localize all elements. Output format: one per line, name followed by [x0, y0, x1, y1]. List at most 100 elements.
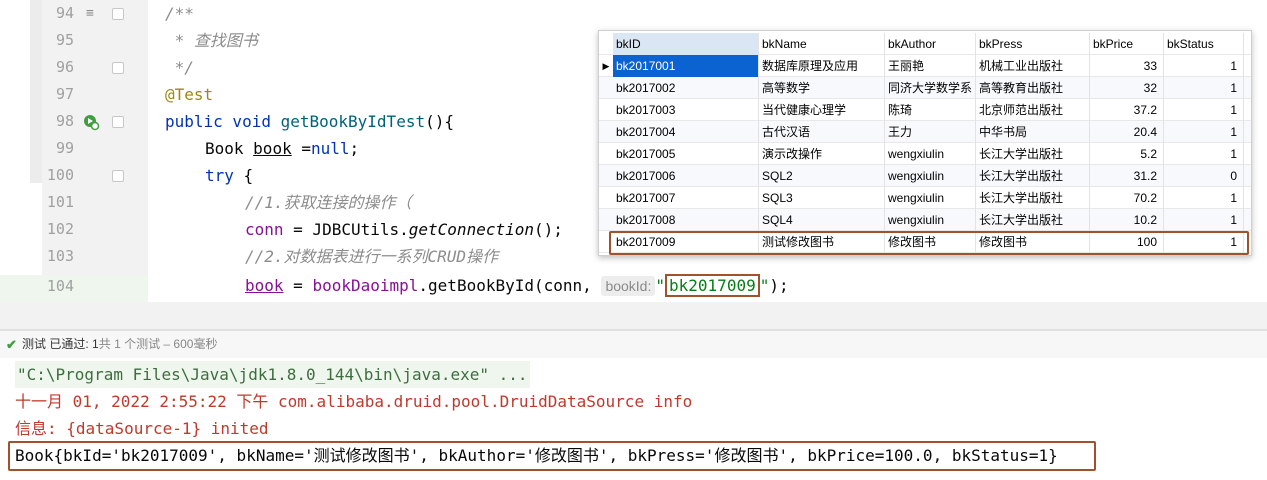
table-row[interactable]: bk2017002 高等数学 同济大学数学系 高等教育出版社 32 1 [599, 77, 1251, 99]
table-row[interactable]: bk2017006 SQL2 wengxiulin 长江大学出版社 31.2 0 [599, 165, 1251, 187]
table-row[interactable]: bk2017003 当代健康心理学 陈琦 北京师范出版社 37.2 1 [599, 99, 1251, 121]
table-cell[interactable]: 演示改操作 [759, 143, 885, 165]
table-cell[interactable]: bk2017009 [613, 231, 759, 253]
table-cell[interactable]: 长江大学出版社 [976, 165, 1090, 187]
table-cell[interactable]: 数据库原理及应用 [759, 55, 885, 77]
table-cell[interactable]: 20.4 [1090, 121, 1164, 143]
table-cell[interactable]: bk2017003 [613, 99, 759, 121]
code-text: //2.对数据表进行一系列CRUD操作 [245, 247, 499, 266]
table-cell[interactable]: bk2017001 [613, 55, 759, 77]
table-cell[interactable]: bk2017005 [613, 143, 759, 165]
code-text: //1.获取连接的操作（ [245, 193, 412, 212]
table-cell[interactable]: 31.2 [1090, 165, 1164, 187]
table-cell[interactable]: 1 [1164, 143, 1244, 165]
test-status-bar: ✔ 测试 已通过: 1共 1 个测试 – 600毫秒 [0, 331, 1267, 358]
table-cell[interactable]: 1 [1164, 77, 1244, 99]
table-cell[interactable]: 1 [1164, 231, 1244, 253]
table-cell[interactable]: 70.2 [1090, 187, 1164, 209]
param-hint: bookId: [601, 276, 656, 296]
table-cell[interactable]: 高等教育出版社 [976, 77, 1090, 99]
status-passed: 已通过: [49, 337, 89, 351]
column-header[interactable]: bkStatus [1164, 33, 1244, 55]
table-cell[interactable]: bk2017007 [613, 187, 759, 209]
line-number: 104 [46, 277, 74, 295]
status-count: 1 [92, 337, 99, 351]
table-row[interactable]: ▶ bk2017001 数据库原理及应用 王丽艳 机械工业出版社 33 1 [599, 55, 1251, 77]
line-number: 99 [55, 139, 74, 157]
table-cell[interactable]: bk2017002 [613, 77, 759, 99]
table-cell[interactable]: 长江大学出版社 [976, 187, 1090, 209]
column-header[interactable]: bkAuthor [885, 33, 976, 55]
table-cell[interactable]: 长江大学出版社 [976, 143, 1090, 165]
table-cell[interactable]: bk2017004 [613, 121, 759, 143]
table-cell[interactable]: 100 [1090, 231, 1164, 253]
line-number: 95 [55, 31, 74, 49]
table-cell[interactable]: 1 [1164, 55, 1244, 77]
table-cell[interactable]: 长江大学出版社 [976, 209, 1090, 231]
string-quote: " [759, 276, 770, 295]
table-cell[interactable]: 机械工业出版社 [976, 55, 1090, 77]
fold-icon[interactable] [112, 8, 124, 20]
status-text: 测试 已通过: 1共 1 个测试 – 600毫秒 [22, 331, 217, 358]
table-cell[interactable]: 0 [1164, 165, 1244, 187]
table-row[interactable]: bk2017007 SQL3 wengxiulin 长江大学出版社 70.2 1 [599, 187, 1251, 209]
run-test-icon[interactable] [82, 108, 100, 135]
table-row[interactable]: bk2017005 演示改操作 wengxiulin 长江大学出版社 5.2 1 [599, 143, 1251, 165]
table-cell[interactable]: SQL3 [759, 187, 885, 209]
table-cell[interactable]: 1 [1164, 209, 1244, 231]
table-cell[interactable]: 37.2 [1090, 99, 1164, 121]
column-header[interactable]: bkPress [976, 33, 1090, 55]
code-line-current[interactable]: 104 book = bookDaoimpl.getBookById(conn,… [0, 270, 1267, 297]
table-cell[interactable]: 古代汉语 [759, 121, 885, 143]
highlighted-string: bk2017009 [665, 274, 760, 297]
code-line[interactable]: 94 ≡ /** [0, 0, 1267, 27]
fold-icon[interactable] [112, 170, 124, 182]
table-cell[interactable]: wengxiulin [885, 143, 976, 165]
fold-icon[interactable] [112, 62, 124, 74]
table-cell[interactable]: 测试修改图书 [759, 231, 885, 253]
table-cell[interactable]: 陈琦 [885, 99, 976, 121]
table-cell[interactable]: bk2017008 [613, 209, 759, 231]
column-header[interactable]: bkPrice [1090, 33, 1164, 55]
method-call: getConnection [408, 220, 534, 239]
column-header[interactable]: bkName [759, 33, 885, 55]
table-cell[interactable]: 修改图书 [976, 231, 1090, 253]
table-cell[interactable]: 北京师范出版社 [976, 99, 1090, 121]
table-cell[interactable]: 1 [1164, 121, 1244, 143]
code-text: Book book =null; [205, 135, 359, 162]
table-cell[interactable]: 高等数学 [759, 77, 885, 99]
table-cell[interactable]: SQL2 [759, 165, 885, 187]
table-cell[interactable]: 32 [1090, 77, 1164, 99]
table-row[interactable]: bk2017009 测试修改图书 修改图书 修改图书 100 1 [599, 231, 1251, 253]
method-name: getBookByIdTest [280, 112, 426, 131]
table-cell[interactable]: bk2017006 [613, 165, 759, 187]
code-text: book = bookDaoimpl.getBookById(conn, boo… [245, 270, 789, 302]
table-cell[interactable]: 当代健康心理学 [759, 99, 885, 121]
table-cell[interactable]: wengxiulin [885, 209, 976, 231]
highlighted-output-box [8, 441, 1096, 471]
table-cell[interactable]: 修改图书 [885, 231, 976, 253]
table-cell[interactable]: 10.2 [1090, 209, 1164, 231]
table-cell[interactable]: 王力 [885, 121, 976, 143]
table-cell[interactable]: wengxiulin [885, 187, 976, 209]
code-punct: ); [769, 276, 789, 295]
table-cell[interactable]: 王丽艳 [885, 55, 976, 77]
table-cell[interactable]: 33 [1090, 55, 1164, 77]
table-cell[interactable]: SQL4 [759, 209, 885, 231]
database-table-view[interactable]: bkID bkName bkAuthor bkPress bkPrice bkS… [598, 30, 1252, 256]
table-row[interactable]: bk2017004 古代汉语 王力 中华书局 20.4 1 [599, 121, 1251, 143]
table-cell[interactable]: wengxiulin [885, 165, 976, 187]
table-cell[interactable]: 1 [1164, 99, 1244, 121]
keyword: try [205, 166, 234, 185]
table-cell[interactable]: 同济大学数学系 [885, 77, 976, 99]
list-icon[interactable]: ≡ [86, 0, 94, 27]
table-cell[interactable]: 1 [1164, 187, 1244, 209]
table-cell[interactable]: 5.2 [1090, 143, 1164, 165]
fold-icon[interactable] [112, 116, 124, 128]
table-cell[interactable]: 中华书局 [976, 121, 1090, 143]
code-punct: (){ [425, 112, 454, 131]
table-row[interactable]: bk2017008 SQL4 wengxiulin 长江大学出版社 10.2 1 [599, 209, 1251, 231]
code-punct: (); [534, 220, 563, 239]
column-header[interactable]: bkID [613, 33, 759, 55]
string-quote: " [655, 276, 666, 295]
